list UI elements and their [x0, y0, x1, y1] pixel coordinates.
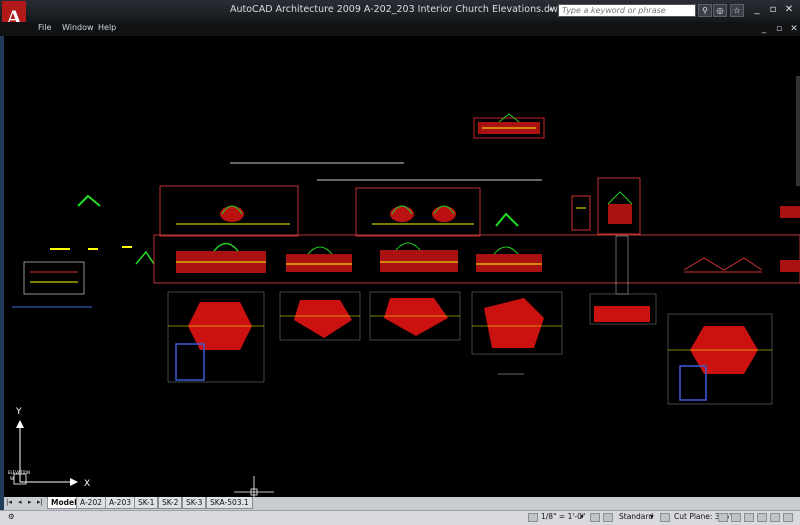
display-configuration[interactable]: Standard [619, 512, 653, 521]
ucs-icon: Y X ELEVATION W [8, 407, 90, 489]
layer-icon[interactable] [660, 513, 670, 522]
menu-bar: File Window Help [0, 22, 800, 36]
minimize-button[interactable]: _ [750, 4, 764, 17]
annotation-visibility-icon[interactable] [590, 513, 600, 522]
elevation-offset-icon[interactable] [731, 513, 741, 522]
title-bar: A AutoCAD Architecture 2009 A-202_203 In… [0, 0, 800, 35]
annotation-scale-arrow-icon[interactable]: ▾ [580, 512, 584, 521]
menu-help[interactable]: Help [98, 23, 116, 32]
left-detail [12, 246, 132, 308]
isolate-objects-icon[interactable] [757, 513, 767, 522]
search-icon[interactable]: ⚲ [698, 4, 712, 17]
annotation-scale[interactable]: 1/8" = 1'-0" [541, 512, 585, 521]
tab-sk-2[interactable]: SK-2 [158, 497, 183, 509]
menu-file[interactable]: File [38, 23, 51, 32]
doc-close-button[interactable]: ✕ [788, 23, 800, 35]
close-button[interactable]: ✕ [782, 4, 796, 17]
clean-screen-icon[interactable] [783, 513, 793, 522]
tab-next-button[interactable]: ▸ [28, 498, 32, 506]
lock-icon[interactable] [744, 513, 754, 522]
tab-first-button[interactable]: |◂ [6, 498, 12, 506]
viewport-scale-icon[interactable] [528, 513, 538, 522]
tab-last-button[interactable]: ▸| [37, 498, 43, 506]
tab-a-202[interactable]: A-202 [76, 497, 106, 509]
menu-window[interactable]: Window [62, 23, 94, 32]
status-bar: ⚙ 1/8" = 1'-0" ▾ Standard ▾ Cut Plane: 3… [0, 510, 800, 525]
ucs-x-label: X [84, 479, 90, 489]
crosshair-cursor [234, 476, 274, 497]
status-settings-icon[interactable]: ⚙ [8, 512, 15, 521]
title-expand-icon[interactable]: ▸ [550, 5, 554, 13]
search-input[interactable] [558, 4, 696, 17]
favorites-star-icon[interactable]: ☆ [730, 4, 744, 17]
tab-prev-button[interactable]: ◂ [18, 498, 22, 506]
elevation-top [473, 113, 545, 139]
doc-restore-button[interactable]: ▫ [773, 23, 785, 35]
tray-settings-icon[interactable] [770, 513, 780, 522]
restore-button[interactable]: ▫ [766, 4, 780, 17]
tab-sk-1[interactable]: SK-1 [134, 497, 159, 509]
ucs-plan-label: ELEVATION [8, 470, 30, 475]
display-configuration-arrow-icon[interactable]: ▾ [650, 512, 654, 521]
auto-scale-icon[interactable] [603, 513, 613, 522]
elevation-upper [176, 191, 633, 231]
window-title: AutoCAD Architecture 2009 A-202_203 Inte… [230, 4, 564, 15]
tab-ska-503-1[interactable]: SKA-503.1 [206, 497, 253, 509]
layout-tabs: |◂ ◂ ▸ ▸| Model A-202 A-203 SK-1 SK-2 SK… [4, 497, 800, 510]
ucs-w-label: W [10, 476, 14, 481]
floor-plans [167, 291, 773, 405]
cad-drawing: Y X ELEVATION W [8, 76, 800, 497]
doc-minimize-button[interactable]: _ [758, 23, 770, 35]
tab-a-203[interactable]: A-203 [105, 497, 135, 509]
elevation-main [176, 206, 800, 295]
tab-sk-3[interactable]: SK-3 [182, 497, 207, 509]
ucs-y-label: Y [15, 407, 22, 417]
binoculars-icon[interactable]: ◎ [713, 4, 727, 17]
surface-hatch-icon[interactable] [718, 513, 728, 522]
drawing-canvas[interactable]: Y X ELEVATION W [4, 36, 800, 497]
